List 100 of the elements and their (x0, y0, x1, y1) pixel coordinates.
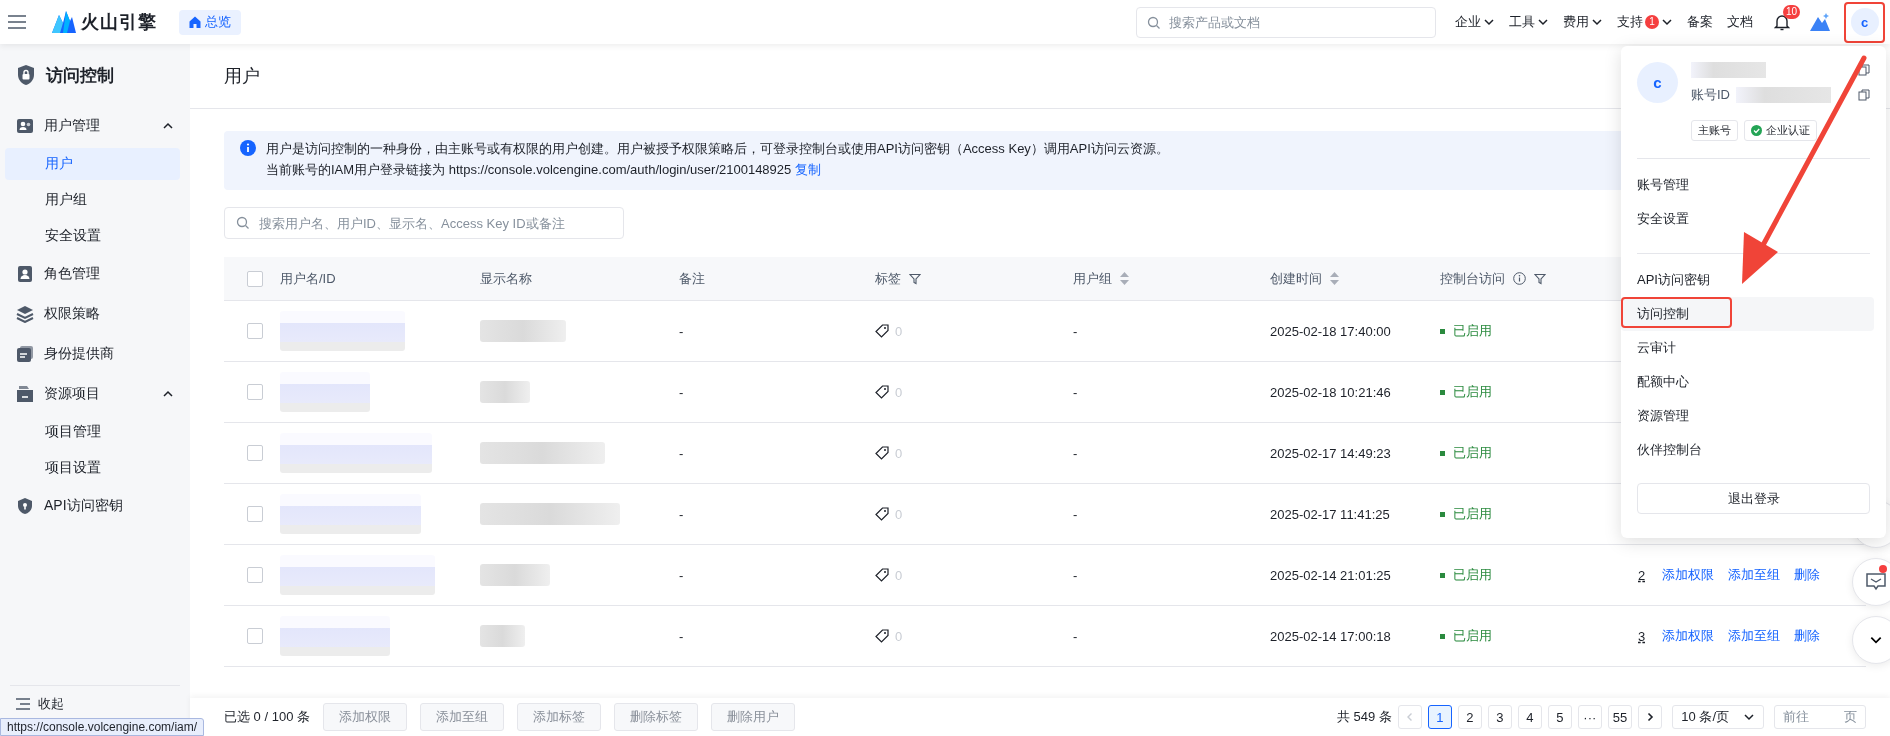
nav-menu[interactable]: 支持 1 (1610, 7, 1680, 37)
column-header: 用户组 (1073, 269, 1112, 288)
nav-menu[interactable]: 企业 (1448, 7, 1502, 37)
checkbox[interactable] (247, 384, 263, 400)
menu-item[interactable]: 安全设置 (1621, 202, 1874, 236)
sidebar-item[interactable]: 用户管理 (0, 106, 190, 146)
column-header: 备注 (679, 269, 705, 288)
menu-item[interactable]: API访问密钥 (1621, 263, 1874, 297)
search-field[interactable]: 搜索产品或文档 (1136, 6, 1436, 38)
action-link[interactable]: 删除 (1794, 627, 1820, 645)
tag-icon (875, 507, 889, 521)
action-link[interactable]: 添加至组 (1728, 627, 1780, 645)
account-tag: 主账号 (1691, 120, 1738, 141)
table-cell: - (1073, 445, 1078, 461)
nav-menu[interactable]: 工具 (1502, 7, 1556, 37)
sidebar-item[interactable]: 权限策略 (0, 294, 190, 334)
checkbox[interactable] (247, 323, 263, 339)
logo-text: 火山引擎 (81, 11, 157, 34)
notification-dot (1879, 565, 1887, 573)
menu-item[interactable]: 账号管理 (1621, 168, 1874, 202)
tag-icon (875, 629, 889, 643)
chevron-down-icon (1743, 711, 1755, 723)
collapse-button[interactable]: 收起 (38, 695, 64, 713)
sidebar-subitem[interactable]: 项目设置 (5, 452, 180, 484)
sidebar-subitem[interactable]: 安全设置 (5, 220, 180, 252)
shield-icon (16, 497, 34, 515)
table-cell: 2025-02-14 17:00:18 (1270, 628, 1391, 644)
page-button[interactable]: 2 (1457, 705, 1482, 729)
sidebar-item[interactable]: 角色管理 (0, 254, 190, 294)
status-text: 已启用 (1453, 627, 1492, 645)
chevron-down-icon (1591, 16, 1603, 28)
menu-item[interactable]: 资源管理 (1621, 399, 1874, 433)
page-button[interactable]: 5 (1547, 705, 1572, 729)
table-cell: 2025-02-14 21:01:25 (1270, 567, 1391, 583)
sidebar-item[interactable]: 资源项目 (0, 374, 190, 414)
nav-menu[interactable]: 费用 (1556, 7, 1610, 37)
page-button[interactable]: 55 (1607, 705, 1633, 729)
layers-icon (16, 305, 34, 323)
checkbox[interactable] (247, 270, 263, 287)
info-text: 用户是访问控制的一种身份，由主账号或有权限的用户创建。用户被授予权限策略后，可登录控制台或使用API访问密钥（Access Key）调用API访问云资源。 (266, 140, 1169, 158)
page-size-select[interactable]: 10 条/页 (1672, 705, 1764, 729)
checkbox[interactable] (247, 445, 263, 461)
search-icon (236, 216, 250, 230)
sidebar-subitem[interactable]: 用户组 (5, 184, 180, 216)
redacted-block (480, 625, 525, 647)
collapse-icon (16, 698, 30, 710)
sidebar-item[interactable]: API访问密钥 (0, 486, 190, 526)
page-button[interactable]: 1 (1427, 705, 1452, 729)
sidebar-item[interactable]: 身份提供商 (0, 334, 190, 374)
chevron-down-icon (1661, 16, 1673, 28)
redacted-block (480, 381, 530, 403)
filter-icon (1534, 272, 1546, 285)
table-cell: - (1073, 323, 1078, 339)
table-cell: 2025-02-18 17:40:00 (1270, 323, 1391, 339)
count-badge: 10 (1783, 4, 1801, 19)
bell-icon (1774, 13, 1790, 31)
tag-icon (875, 324, 889, 338)
copy-link[interactable]: 复制 (794, 162, 821, 177)
count-badge: 1 (1645, 15, 1659, 29)
sidebar-subitem[interactable]: 用户 (5, 148, 180, 180)
mountain-icon (1810, 13, 1830, 31)
status-text: 已启用 (1453, 383, 1492, 401)
action-link[interactable]: 添加至组 (1728, 566, 1780, 584)
action-link[interactable]: 添加权限 (1662, 566, 1714, 584)
folder-icon (16, 385, 34, 403)
table-cell: - (1073, 628, 1078, 644)
search-icon (1147, 15, 1161, 30)
next-page-button[interactable] (1638, 705, 1663, 729)
search-field[interactable]: 搜索用户名、用户ID、显示名、Access Key ID或备注 (224, 207, 624, 239)
sidebar-subitem[interactable]: 项目管理 (5, 416, 180, 448)
table-cell: - (679, 628, 684, 644)
checkbox[interactable] (247, 628, 263, 644)
status-text: 已启用 (1453, 566, 1492, 584)
checkbox[interactable] (247, 567, 263, 583)
message-icon (1866, 573, 1886, 591)
page-button[interactable]: ··· (1577, 705, 1602, 729)
page-button[interactable]: 4 (1517, 705, 1542, 729)
avatar-button[interactable]: c (1850, 8, 1879, 36)
tag-icon (875, 568, 889, 582)
logout-button[interactable]: 退出登录 (1637, 483, 1870, 514)
table-cell: 2025-02-18 10:21:46 (1270, 384, 1391, 400)
action-link[interactable]: 添加权限 (1662, 627, 1714, 645)
overview-button[interactable]: 总览 (179, 9, 241, 35)
menu-item[interactable]: 伙伴控制台 (1621, 433, 1874, 467)
notification-button[interactable] (1774, 13, 1790, 31)
nav-menu[interactable]: 文档 (1720, 7, 1760, 37)
nav-menu[interactable]: 备案 (1680, 7, 1720, 37)
table-cell: - (679, 506, 684, 522)
table-cell: 2025-02-17 11:41:25 (1270, 506, 1390, 522)
home-icon (189, 16, 201, 28)
menu-icon (8, 15, 26, 29)
checkbox[interactable] (247, 506, 263, 522)
menu-item[interactable]: 云审计 (1621, 331, 1874, 365)
menu-item[interactable]: 配额中心 (1621, 365, 1874, 399)
status-text: 已启用 (1453, 505, 1492, 523)
column-header: 控制台访问 (1440, 269, 1505, 288)
menu-item[interactable]: 访问控制 (1621, 297, 1874, 331)
page-button[interactable]: 3 (1487, 705, 1512, 729)
action-link[interactable]: 删除 (1794, 566, 1820, 584)
person-icon (16, 265, 34, 283)
